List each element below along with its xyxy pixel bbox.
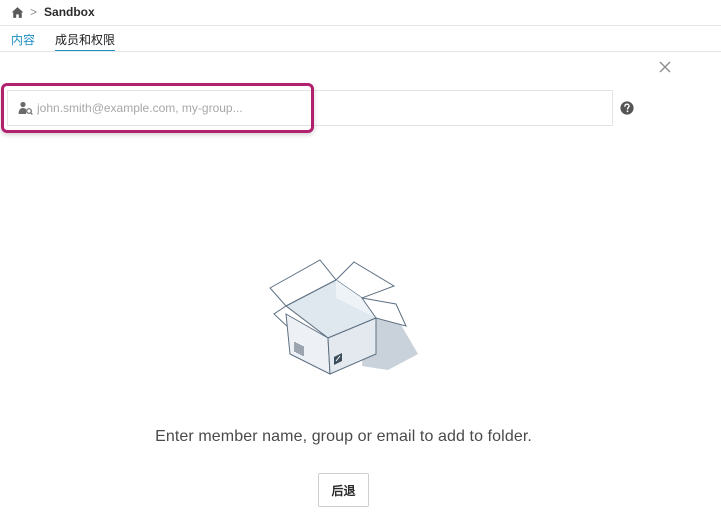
member-search-input[interactable]: [37, 97, 307, 119]
tab-bar: 内容 成员和权限: [11, 33, 135, 52]
breadcrumb-separator: >: [30, 5, 38, 19]
tab-members-permissions[interactable]: 成员和权限: [55, 33, 116, 52]
tabs-divider: [0, 51, 721, 52]
empty-state-message: Enter member name, group or email to add…: [155, 428, 532, 445]
breadcrumb: > Sandbox: [11, 3, 95, 21]
user-search-icon: [18, 101, 33, 115]
members-permissions-panel: > Sandbox 内容 成员和权限 john.smith@example.co…: [0, 0, 721, 524]
tab-content[interactable]: 内容: [11, 33, 35, 50]
home-icon[interactable]: [11, 6, 24, 19]
header-divider: [0, 25, 721, 26]
open-box-icon: [269, 259, 418, 375]
help-icon[interactable]: [620, 101, 634, 115]
breadcrumb-current[interactable]: Sandbox: [44, 5, 95, 19]
back-button[interactable]: 后退: [318, 473, 369, 507]
close-icon[interactable]: [658, 60, 672, 74]
